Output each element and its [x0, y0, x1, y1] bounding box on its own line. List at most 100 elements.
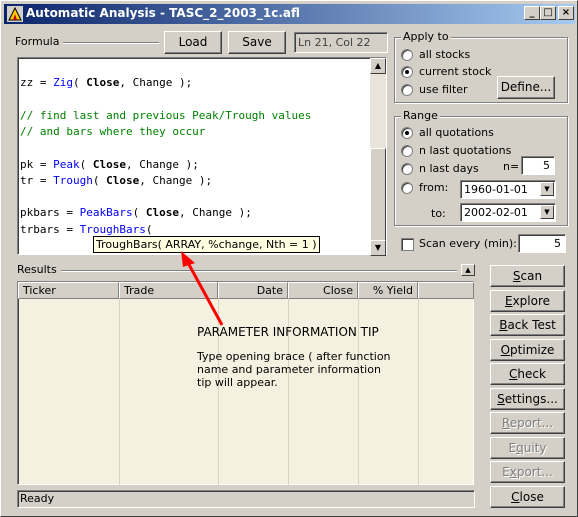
- scan-button[interactable]: Scan: [490, 265, 565, 287]
- to-label: to:: [431, 207, 446, 220]
- equity-button[interactable]: Equity: [490, 436, 565, 459]
- code-token: (: [92, 173, 107, 187]
- from-date-value: 1960-01-01: [464, 183, 528, 196]
- all-stocks-label: all stocks: [419, 48, 471, 61]
- scan-every-label: Scan every (min):: [419, 237, 517, 250]
- code-token: , Change );: [178, 206, 252, 220]
- formula-editor[interactable]: zz = Zig( Close, Change );// find last a…: [17, 57, 387, 256]
- app-icon: [7, 6, 23, 22]
- maximize-button[interactable]: □: [540, 6, 556, 20]
- n-last-days-label: n last days: [419, 162, 479, 175]
- define-button[interactable]: Define...: [497, 76, 555, 99]
- close-window-button[interactable]: ×: [558, 6, 574, 20]
- minimize-button[interactable]: _: [524, 6, 540, 20]
- apply-to-label: Apply to: [401, 30, 451, 43]
- n-value-input[interactable]: 5: [521, 156, 555, 175]
- code-token: pk =: [20, 157, 54, 171]
- code-token: // find last and previous Peak/Trough va…: [20, 108, 312, 122]
- code-token: (: [73, 76, 87, 89]
- scroll-thumb[interactable]: [370, 148, 386, 242]
- n-last-quotations-label: n last quotations: [419, 144, 512, 157]
- chevron-down-icon[interactable]: ▼: [540, 182, 554, 196]
- col-filler: [418, 282, 474, 299]
- report-button[interactable]: Report...: [490, 412, 565, 434]
- code-token: tr =: [20, 173, 54, 187]
- close-button[interactable]: Close: [490, 485, 565, 508]
- code-token: (: [79, 157, 93, 171]
- load-button[interactable]: Load: [164, 31, 222, 54]
- radio-current-stock[interactable]: [401, 66, 413, 78]
- status-bar: Ready: [17, 490, 475, 508]
- grid-line: [418, 299, 419, 486]
- editor-scrollbar[interactable]: ▲ ▼: [370, 58, 386, 256]
- back-test-button[interactable]: Back Test: [490, 314, 565, 336]
- scroll-down-icon[interactable]: ▼: [370, 240, 386, 256]
- code-token: Close: [106, 173, 140, 187]
- col-yield[interactable]: % Yield: [358, 282, 418, 299]
- radio-n-last-quotations[interactable]: [401, 145, 413, 157]
- define-label: Define...: [500, 80, 552, 94]
- code-line: // and bars where they occur: [20, 124, 205, 140]
- range-label: Range: [401, 109, 440, 122]
- code-token: , Change );: [119, 76, 193, 89]
- cursor-position: Ln 21, Col 22: [294, 32, 388, 53]
- check-button[interactable]: Check: [490, 363, 565, 385]
- code-token: PeakBars: [79, 206, 133, 220]
- title-bar[interactable]: Automatic Analysis - TASC_2_2003_1c.afl …: [4, 4, 575, 24]
- col-close[interactable]: Close: [288, 282, 358, 299]
- code-token: // and bars where they occur: [20, 124, 206, 138]
- code-token: Close: [145, 206, 179, 220]
- collapse-icon[interactable]: ▲: [461, 264, 475, 276]
- button-label: Close: [511, 489, 544, 504]
- from-label: from:: [419, 181, 449, 194]
- code-token: Peak: [53, 157, 80, 171]
- optimize-button[interactable]: Optimize: [490, 338, 565, 361]
- scan-every-checkbox[interactable]: [401, 238, 414, 251]
- code-token: Close: [86, 76, 120, 89]
- button-label: Report...: [501, 416, 554, 430]
- current-stock-label: current stock: [419, 65, 492, 78]
- code-token: , Change );: [126, 157, 199, 171]
- button-label: Explore: [504, 293, 551, 308]
- code-line: pk = Peak( Close, Change );: [20, 157, 199, 173]
- code-line: tr = Trough( Close, Change );: [20, 173, 212, 189]
- radio-all-quotations[interactable]: [401, 127, 413, 139]
- from-date-combo[interactable]: 1960-01-01 ▼: [460, 180, 556, 199]
- radio-use-filter[interactable]: [401, 84, 413, 96]
- code-token: trbars =: [20, 222, 80, 236]
- code-token: Trough: [53, 173, 93, 187]
- code-token: Zig: [53, 76, 73, 89]
- radio-from[interactable]: [401, 182, 413, 194]
- load-label: Load: [178, 35, 208, 49]
- button-label: Optimize: [500, 342, 555, 357]
- code-line: // find last and previous Peak/Trough va…: [20, 108, 311, 124]
- grid-line: [119, 299, 120, 486]
- chevron-down-icon[interactable]: ▼: [540, 205, 554, 219]
- button-label: Scan: [512, 269, 543, 283]
- radio-n-last-days[interactable]: [401, 163, 413, 175]
- button-label: Equity: [508, 440, 547, 455]
- explore-button[interactable]: Explore: [490, 289, 565, 312]
- save-button[interactable]: Save: [228, 31, 286, 54]
- formula-label: Formula: [15, 35, 60, 48]
- formula-divider: [63, 42, 159, 43]
- button-label: Check: [509, 367, 546, 381]
- use-filter-label: use filter: [419, 83, 468, 96]
- code-token: pkbars =: [20, 206, 80, 220]
- col-ticker[interactable]: Ticker: [18, 282, 119, 299]
- main-window: Automatic Analysis - TASC_2_2003_1c.afl …: [0, 0, 578, 517]
- scroll-up-icon[interactable]: ▲: [370, 58, 386, 74]
- save-label: Save: [242, 35, 272, 49]
- scan-every-input[interactable]: 5: [518, 234, 566, 253]
- results-label: Results: [17, 263, 57, 276]
- window-title: Automatic Analysis - TASC_2_2003_1c.afl: [26, 6, 300, 20]
- results-divider: [61, 270, 457, 271]
- to-date-value: 2002-02-01: [464, 206, 528, 219]
- code-token: , Change );: [139, 173, 213, 187]
- export-button[interactable]: Export...: [490, 461, 565, 483]
- radio-all-stocks[interactable]: [401, 49, 413, 61]
- settings-button[interactable]: Settings...: [490, 387, 565, 410]
- code-token: (: [145, 222, 153, 236]
- button-label: Settings...: [497, 391, 558, 406]
- to-date-combo[interactable]: 2002-02-01 ▼: [460, 203, 556, 222]
